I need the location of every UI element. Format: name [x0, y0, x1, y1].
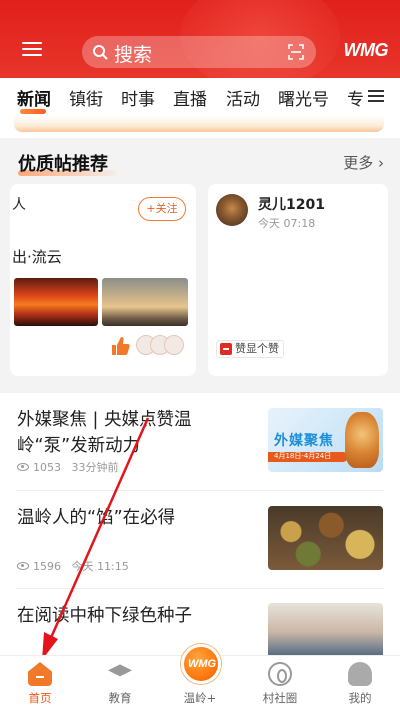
- section-title: 优质帖推荐: [18, 154, 108, 175]
- tab-events[interactable]: 活动: [226, 85, 260, 110]
- community-icon: [268, 662, 292, 686]
- post-author: 人: [12, 197, 26, 213]
- news-title: 温岭人的“馅”在必得: [17, 508, 176, 528]
- follow-button[interactable]: +关注: [138, 197, 186, 221]
- featured-posts-section: 优质帖推荐 更多 › 人 +关注 出·流云 灵儿1201 今天 07:18 赞显…: [0, 138, 400, 393]
- graduation-cap-icon: [108, 664, 132, 677]
- nav-label: 首页: [28, 691, 52, 705]
- search-icon: [93, 45, 108, 60]
- app-header: 搜索 WMG: [0, 0, 400, 78]
- nav-education[interactable]: 教育: [80, 656, 160, 711]
- news-title: 外媒聚焦 | 央媒点赞温岭“泵”发新动力: [17, 410, 192, 456]
- banner[interactable]: [0, 116, 400, 138]
- wmg-logo-icon[interactable]: WMG: [181, 644, 221, 684]
- post-time: 今天 07:18: [258, 217, 316, 230]
- post-card[interactable]: 人 +关注 出·流云: [10, 184, 196, 376]
- tab-current-affairs[interactable]: 时事: [121, 85, 155, 110]
- news-thumbnail: [268, 506, 383, 570]
- more-link[interactable]: 更多 ›: [343, 152, 384, 173]
- list-item[interactable]: 外媒聚焦 | 央媒点赞温岭“泵”发新动力 1053 33分钟前 外媒聚焦 4月1…: [0, 393, 400, 491]
- post-author[interactable]: 灵儿1201: [258, 194, 325, 214]
- nav-label: 村社圈: [262, 691, 298, 705]
- more-channels-icon[interactable]: [368, 88, 386, 104]
- post-text: 出·流云: [12, 248, 62, 266]
- menu-icon[interactable]: [22, 40, 44, 58]
- tab-special[interactable]: 专: [347, 85, 364, 110]
- wmg-logo[interactable]: WMG: [344, 40, 389, 61]
- nav-label: 温岭+: [183, 691, 217, 705]
- news-meta: 1053 33分钟前: [17, 459, 119, 475]
- avatar: [164, 335, 184, 355]
- post-card[interactable]: 灵儿1201 今天 07:18 赞显个赞: [208, 184, 388, 376]
- search-bar[interactable]: 搜索: [82, 36, 316, 68]
- news-list: 外媒聚焦 | 央媒点赞温岭“泵”发新动力 1053 33分钟前 外媒聚焦 4月1…: [0, 393, 400, 667]
- nav-profile[interactable]: 我的: [320, 656, 400, 711]
- list-item[interactable]: 温岭人的“馅”在必得 1596 今天 11:15: [0, 491, 400, 589]
- tab-live[interactable]: 直播: [173, 85, 207, 110]
- mascot-image: [345, 412, 379, 468]
- news-thumbnail: 外媒聚焦 4月18日-4月24日: [268, 408, 383, 472]
- search-placeholder: 搜索: [114, 44, 153, 66]
- banner-image: [14, 116, 384, 132]
- active-tab-indicator: [20, 109, 46, 114]
- views-icon: [17, 463, 29, 471]
- scan-icon[interactable]: [288, 44, 304, 60]
- post-image-mountain[interactable]: [102, 278, 188, 326]
- views-icon: [17, 562, 29, 570]
- tab-towns[interactable]: 镇街: [69, 85, 103, 110]
- thumbs-up-icon[interactable]: [110, 336, 130, 356]
- tab-news[interactable]: 新闻: [17, 85, 51, 110]
- news-title: 在阅读中种下绿色种子: [17, 606, 192, 626]
- channel-tabs: 新闻 镇街 时事 直播 活动 曙光号 专: [0, 78, 400, 116]
- tag-icon: [220, 343, 232, 355]
- tab-dawn[interactable]: 曙光号: [278, 85, 329, 110]
- post-image-sunset[interactable]: [14, 278, 98, 326]
- avatar[interactable]: [216, 194, 248, 226]
- nav-home[interactable]: 首页: [0, 656, 80, 711]
- home-icon: [28, 662, 52, 686]
- news-meta: 1596 今天 11:15: [17, 558, 129, 574]
- nav-community[interactable]: 村社圈: [240, 656, 320, 711]
- nav-label: 教育: [108, 691, 132, 705]
- nav-label: 我的: [348, 691, 372, 705]
- profile-icon: [348, 662, 372, 686]
- like-tag[interactable]: 赞显个赞: [216, 340, 284, 358]
